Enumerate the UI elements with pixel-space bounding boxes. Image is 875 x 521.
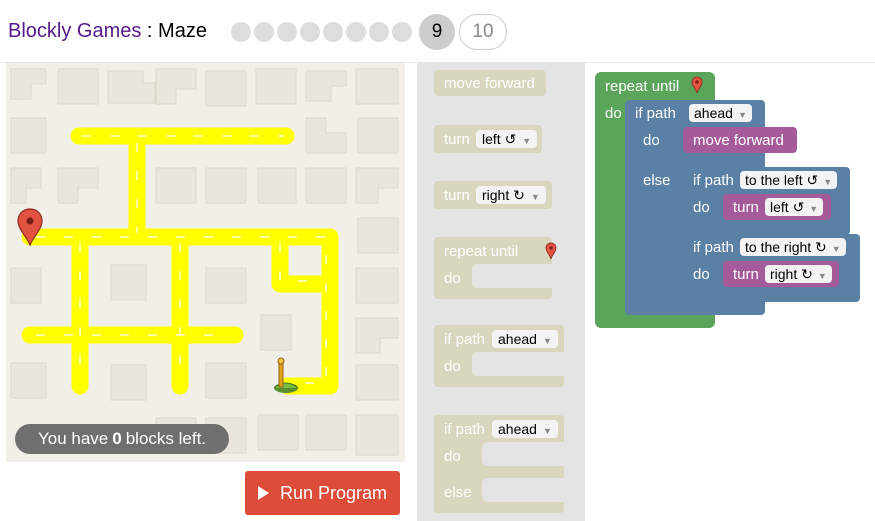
title-separator: : bbox=[141, 20, 159, 42]
run-program-label: Run Program bbox=[279, 482, 388, 503]
chevron-down-icon: ▼ bbox=[817, 271, 827, 281]
blocks-left-count: 0 bbox=[112, 429, 122, 448]
finish-marker-icon bbox=[273, 357, 299, 393]
toolbox-turn-right-block[interactable]: turn right ↻ ▼ bbox=[434, 181, 552, 209]
game-name: Maze bbox=[158, 20, 207, 42]
if-else-dropdown[interactable]: ahead ▼ bbox=[689, 104, 752, 122]
toolbox-repeat-do-label: do bbox=[444, 270, 461, 287]
toolbox-if-path-block[interactable]: if path ahead ▼ do bbox=[434, 325, 564, 387]
if-else-value: ahead bbox=[694, 105, 733, 121]
block-toolbox: move forward turn left ↺ ▼ turn right ↻ ▼ … bbox=[417, 63, 585, 521]
toolbox-if-path-dropdown[interactable]: ahead ▼ bbox=[492, 330, 558, 348]
toolbox-repeat-until-block[interactable]: repeat until do bbox=[434, 237, 557, 299]
turn-right-dropdown[interactable]: right ↻ ▼ bbox=[765, 265, 832, 283]
level-dot-5[interactable] bbox=[323, 22, 343, 42]
toolbox-if-else-do-label: do bbox=[444, 448, 461, 465]
turn-left-dropdown[interactable]: left ↺ ▼ bbox=[765, 198, 824, 216]
if-path-right-value: to the right ↻ bbox=[745, 239, 827, 255]
toolbox-move-forward-label: move forward bbox=[444, 75, 535, 92]
chevron-down-icon: ▼ bbox=[522, 136, 532, 146]
level-dot-7[interactable] bbox=[369, 22, 389, 42]
level-next[interactable]: 10 bbox=[459, 14, 507, 50]
toolbox-if-slot bbox=[472, 352, 564, 376]
toolbox-turn-left-value: left ↺ bbox=[482, 131, 517, 147]
toolbox-if-else-value: ahead bbox=[498, 421, 537, 437]
repeat-until-label: repeat until bbox=[605, 78, 680, 95]
level-dot-2[interactable] bbox=[254, 22, 274, 42]
if-path-left-label: if path bbox=[693, 172, 734, 189]
page-title: Blockly Games : Maze bbox=[8, 20, 207, 43]
toolbox-turn-left-dropdown[interactable]: left ↺ ▼ bbox=[476, 130, 538, 148]
if-else-do-label: do bbox=[643, 132, 660, 149]
toolbox-if-else-label: if path bbox=[444, 421, 485, 438]
if-else-else-label: else bbox=[643, 172, 671, 189]
toolbox-turn-right-value: right ↻ bbox=[482, 187, 525, 203]
if-path-left-dropdown[interactable]: to the left ↺ ▼ bbox=[740, 171, 838, 189]
if-path-left-value: to the left ↺ bbox=[745, 172, 819, 188]
toolbox-turn-left-block[interactable]: turn left ↺ ▼ bbox=[434, 125, 542, 153]
toolbox-turn-right-label: turn bbox=[444, 187, 470, 204]
toolbox-if-else-do-slot bbox=[482, 442, 564, 466]
blocks-left-suffix: blocks left. bbox=[125, 429, 207, 448]
maze-board bbox=[6, 63, 405, 462]
level-selector: 9 10 bbox=[231, 14, 507, 50]
chevron-down-icon: ▼ bbox=[831, 244, 841, 254]
turn-right-value: right ↻ bbox=[770, 266, 813, 282]
chevron-down-icon: ▼ bbox=[530, 192, 540, 202]
maze-graphic bbox=[10, 68, 399, 456]
blocks-left-badge: You have 0 blocks left. bbox=[15, 424, 229, 454]
toolbox-repeat-slot bbox=[472, 264, 552, 288]
toolbox-if-else-else-label: else bbox=[444, 484, 472, 501]
toolbox-repeat-until-label: repeat until bbox=[444, 243, 519, 260]
chevron-down-icon: ▼ bbox=[823, 177, 833, 187]
chevron-down-icon: ▼ bbox=[542, 426, 552, 436]
if-else-label: if path bbox=[635, 105, 676, 122]
toolbox-move-forward-block[interactable]: move forward bbox=[434, 70, 546, 96]
header: Blockly Games : Maze 9 10 bbox=[0, 0, 875, 62]
if-path-right-do-label: do bbox=[693, 266, 710, 283]
turn-right-label: turn bbox=[733, 266, 759, 283]
if-path-right-label: if path bbox=[693, 239, 734, 256]
toolbox-turn-right-dropdown[interactable]: right ↻ ▼ bbox=[476, 186, 546, 204]
level-dot-8[interactable] bbox=[392, 22, 412, 42]
program-workspace: repeat until do if path ahead ▼ do else m… bbox=[585, 63, 875, 521]
run-program-button[interactable]: Run Program bbox=[245, 471, 400, 515]
turn-left-block[interactable]: turn left ↺ ▼ bbox=[723, 194, 831, 220]
repeat-do-label: do bbox=[605, 105, 622, 122]
move-forward-block[interactable]: move forward bbox=[683, 127, 797, 153]
level-dot-6[interactable] bbox=[346, 22, 366, 42]
app-name-link[interactable]: Blockly Games bbox=[8, 20, 141, 42]
map-pin-icon bbox=[691, 76, 703, 94]
toolbox-if-path-label: if path bbox=[444, 331, 485, 348]
level-dot-1[interactable] bbox=[231, 22, 251, 42]
toolbox-if-path-value: ahead bbox=[498, 331, 537, 347]
toolbox-if-do-label: do bbox=[444, 358, 461, 375]
toolbox-turn-left-label: turn bbox=[444, 131, 470, 148]
turn-left-label: turn bbox=[733, 199, 759, 216]
chevron-down-icon: ▼ bbox=[542, 336, 552, 346]
play-icon bbox=[257, 486, 269, 500]
toolbox-if-else-dropdown[interactable]: ahead ▼ bbox=[492, 420, 558, 438]
turn-left-value: left ↺ bbox=[770, 199, 805, 215]
map-pin-icon bbox=[545, 242, 557, 260]
level-current[interactable]: 9 bbox=[419, 14, 455, 50]
chevron-down-icon: ▼ bbox=[737, 110, 747, 120]
if-path-right-dropdown[interactable]: to the right ↻ ▼ bbox=[740, 238, 846, 256]
blocks-left-prefix: You have bbox=[37, 429, 109, 448]
move-forward-label: move forward bbox=[693, 132, 784, 149]
chevron-down-icon: ▼ bbox=[809, 204, 819, 214]
turn-right-block[interactable]: turn right ↻ ▼ bbox=[723, 261, 839, 287]
level-dot-3[interactable] bbox=[277, 22, 297, 42]
toolbox-if-else-else-slot bbox=[482, 478, 564, 502]
toolbox-if-else-block[interactable]: if path ahead ▼ do else bbox=[434, 415, 564, 513]
if-path-left-do-label: do bbox=[693, 199, 710, 216]
level-dot-4[interactable] bbox=[300, 22, 320, 42]
